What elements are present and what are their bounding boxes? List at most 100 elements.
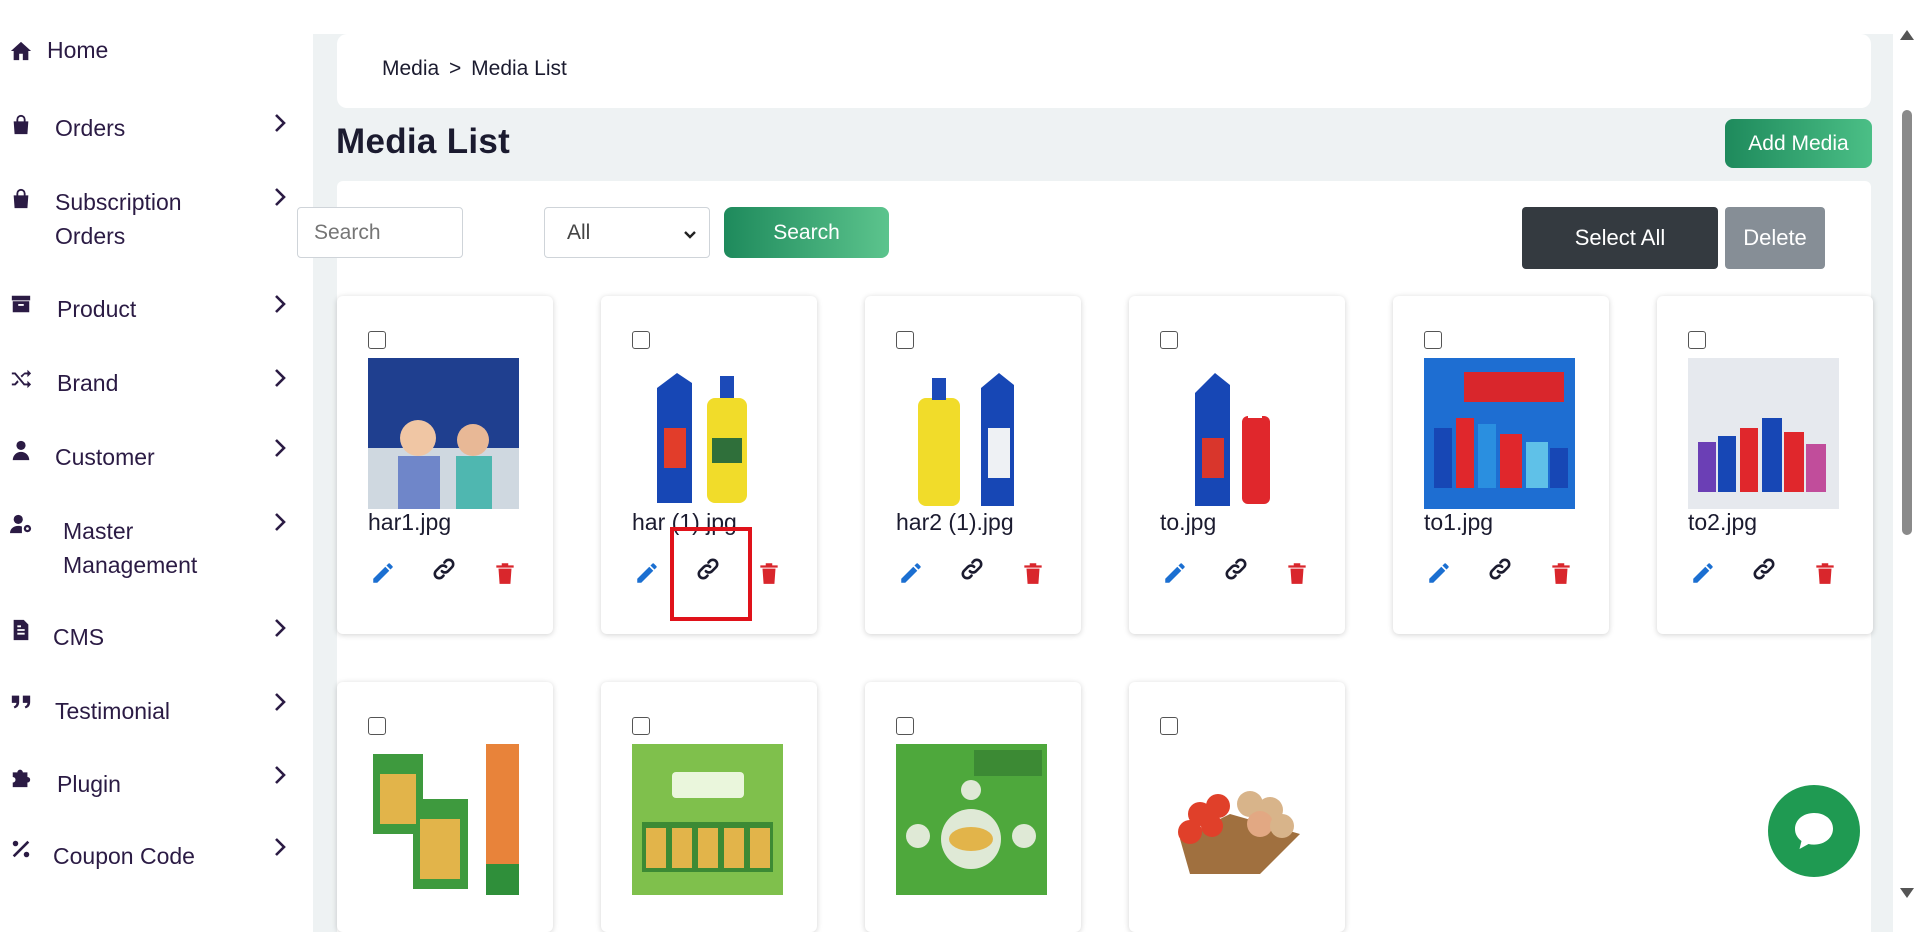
media-thumbnail	[896, 744, 1047, 895]
edit-icon[interactable]	[368, 558, 398, 588]
trash-icon[interactable]	[754, 558, 784, 588]
add-media-button[interactable]: Add Media	[1725, 119, 1872, 168]
link-icon[interactable]	[957, 554, 987, 584]
media-card[interactable]: har2 (1).jpg	[865, 296, 1081, 634]
edit-icon[interactable]	[1688, 558, 1718, 588]
sidebar-item-brand[interactable]: Brand	[0, 366, 313, 400]
sidebar-item-home[interactable]: Home	[0, 33, 313, 67]
chevron-right-icon	[270, 616, 290, 640]
sidebar-item-master-management[interactable]: Master Management	[0, 513, 313, 582]
breadcrumb-root[interactable]: Media	[382, 57, 439, 81]
chat-widget-button[interactable]	[1768, 785, 1860, 877]
media-thumbnail	[1688, 358, 1839, 509]
trash-icon[interactable]	[1282, 558, 1312, 588]
sidebar-item-label: Product	[57, 296, 137, 322]
media-card[interactable]	[865, 682, 1081, 932]
sidebar-item-cms[interactable]: CMS	[0, 618, 313, 654]
media-checkbox[interactable]	[632, 717, 650, 735]
media-filename: har2 (1).jpg	[896, 509, 1014, 535]
chevron-right-icon	[270, 436, 290, 460]
sidebar-item-label: Master	[63, 518, 134, 544]
search-input[interactable]	[297, 207, 463, 258]
shopping-bag-icon	[9, 187, 33, 211]
chevron-right-icon	[270, 510, 290, 534]
chevron-right-icon	[270, 763, 290, 787]
trash-icon[interactable]	[490, 558, 520, 588]
sidebar-item-label: Home	[47, 37, 109, 63]
media-list-card	[337, 181, 1871, 932]
media-checkbox[interactable]	[1160, 717, 1178, 735]
select-all-button[interactable]: Select All	[1522, 207, 1718, 269]
link-icon[interactable]	[429, 554, 459, 584]
highlight-box	[670, 527, 752, 621]
trash-icon[interactable]	[1546, 558, 1576, 588]
media-checkbox[interactable]	[632, 331, 650, 349]
page-title: Media List	[336, 122, 511, 161]
media-filename: to.jpg	[1160, 509, 1217, 535]
sidebar: Home Orders Subscription Orders Product …	[0, 0, 313, 932]
filter-select[interactable]: All	[544, 207, 710, 258]
link-icon[interactable]	[1221, 554, 1251, 584]
sidebar-item-label: Testimonial	[55, 698, 171, 724]
chevron-right-icon	[270, 111, 290, 135]
sidebar-item-testimonial[interactable]: Testimonial	[0, 693, 313, 728]
sidebar-item-label: Subscription	[55, 189, 182, 215]
trash-icon[interactable]	[1018, 558, 1048, 588]
sidebar-item-label: Orders	[55, 115, 126, 141]
media-thumbnail	[368, 744, 519, 895]
trash-icon[interactable]	[1810, 558, 1840, 588]
chevron-right-icon	[270, 292, 290, 316]
scrollbar-thumb[interactable]	[1902, 110, 1912, 535]
document-icon	[9, 618, 33, 642]
media-checkbox[interactable]	[1424, 331, 1442, 349]
shuffle-icon	[9, 366, 33, 390]
media-checkbox[interactable]	[1160, 331, 1178, 349]
chat-bubble-icon	[1795, 813, 1833, 849]
sidebar-item-label: Orders	[55, 223, 126, 249]
media-card[interactable]: to.jpg	[1129, 296, 1345, 634]
scroll-down-arrow[interactable]	[1900, 888, 1914, 898]
edit-icon[interactable]	[896, 558, 926, 588]
breadcrumb: Media > Media List	[382, 57, 567, 81]
home-icon	[9, 39, 33, 63]
sidebar-item-subscription-orders[interactable]: Subscription Orders	[0, 185, 313, 253]
sidebar-item-coupon-code[interactable]: Coupon Code	[0, 837, 313, 873]
media-checkbox[interactable]	[368, 331, 386, 349]
media-checkbox[interactable]	[896, 331, 914, 349]
edit-icon[interactable]	[1424, 558, 1454, 588]
media-card[interactable]: to1.jpg	[1393, 296, 1609, 634]
sidebar-item-label: Plugin	[57, 771, 121, 797]
sidebar-item-label: Management	[63, 552, 198, 578]
media-filename: to2.jpg	[1688, 509, 1758, 535]
media-card[interactable]: to2.jpg	[1657, 296, 1873, 634]
scroll-up-arrow[interactable]	[1900, 30, 1914, 40]
media-filename: to1.jpg	[1424, 509, 1494, 535]
link-icon[interactable]	[1749, 554, 1779, 584]
delete-button[interactable]: Delete	[1725, 207, 1825, 269]
breadcrumb-separator: >	[449, 57, 462, 80]
media-thumbnail	[632, 744, 783, 895]
media-checkbox[interactable]	[1688, 331, 1706, 349]
sidebar-item-customer[interactable]: Customer	[0, 439, 313, 474]
media-card[interactable]	[1129, 682, 1345, 932]
media-thumbnail	[368, 358, 519, 509]
media-card[interactable]	[337, 682, 553, 932]
link-icon[interactable]	[1485, 554, 1515, 584]
percent-icon	[9, 837, 33, 861]
puzzle-icon	[9, 765, 33, 789]
edit-icon[interactable]	[632, 558, 662, 588]
media-checkbox[interactable]	[368, 717, 386, 735]
sidebar-item-label: CMS	[53, 624, 105, 650]
media-card[interactable]: har1.jpg	[337, 296, 553, 634]
breadcrumb-current: Media List	[471, 57, 567, 80]
media-checkbox[interactable]	[896, 717, 914, 735]
edit-icon[interactable]	[1160, 558, 1190, 588]
media-card[interactable]	[601, 682, 817, 932]
sidebar-item-plugin[interactable]: Plugin	[0, 765, 313, 801]
sidebar-item-product[interactable]: Product	[0, 292, 313, 326]
media-thumbnail	[1160, 744, 1311, 895]
sidebar-item-orders[interactable]: Orders	[0, 111, 313, 145]
sidebar-item-label: Brand	[57, 370, 119, 396]
shopping-bag-icon	[9, 113, 33, 137]
search-button[interactable]: Search	[724, 207, 889, 258]
